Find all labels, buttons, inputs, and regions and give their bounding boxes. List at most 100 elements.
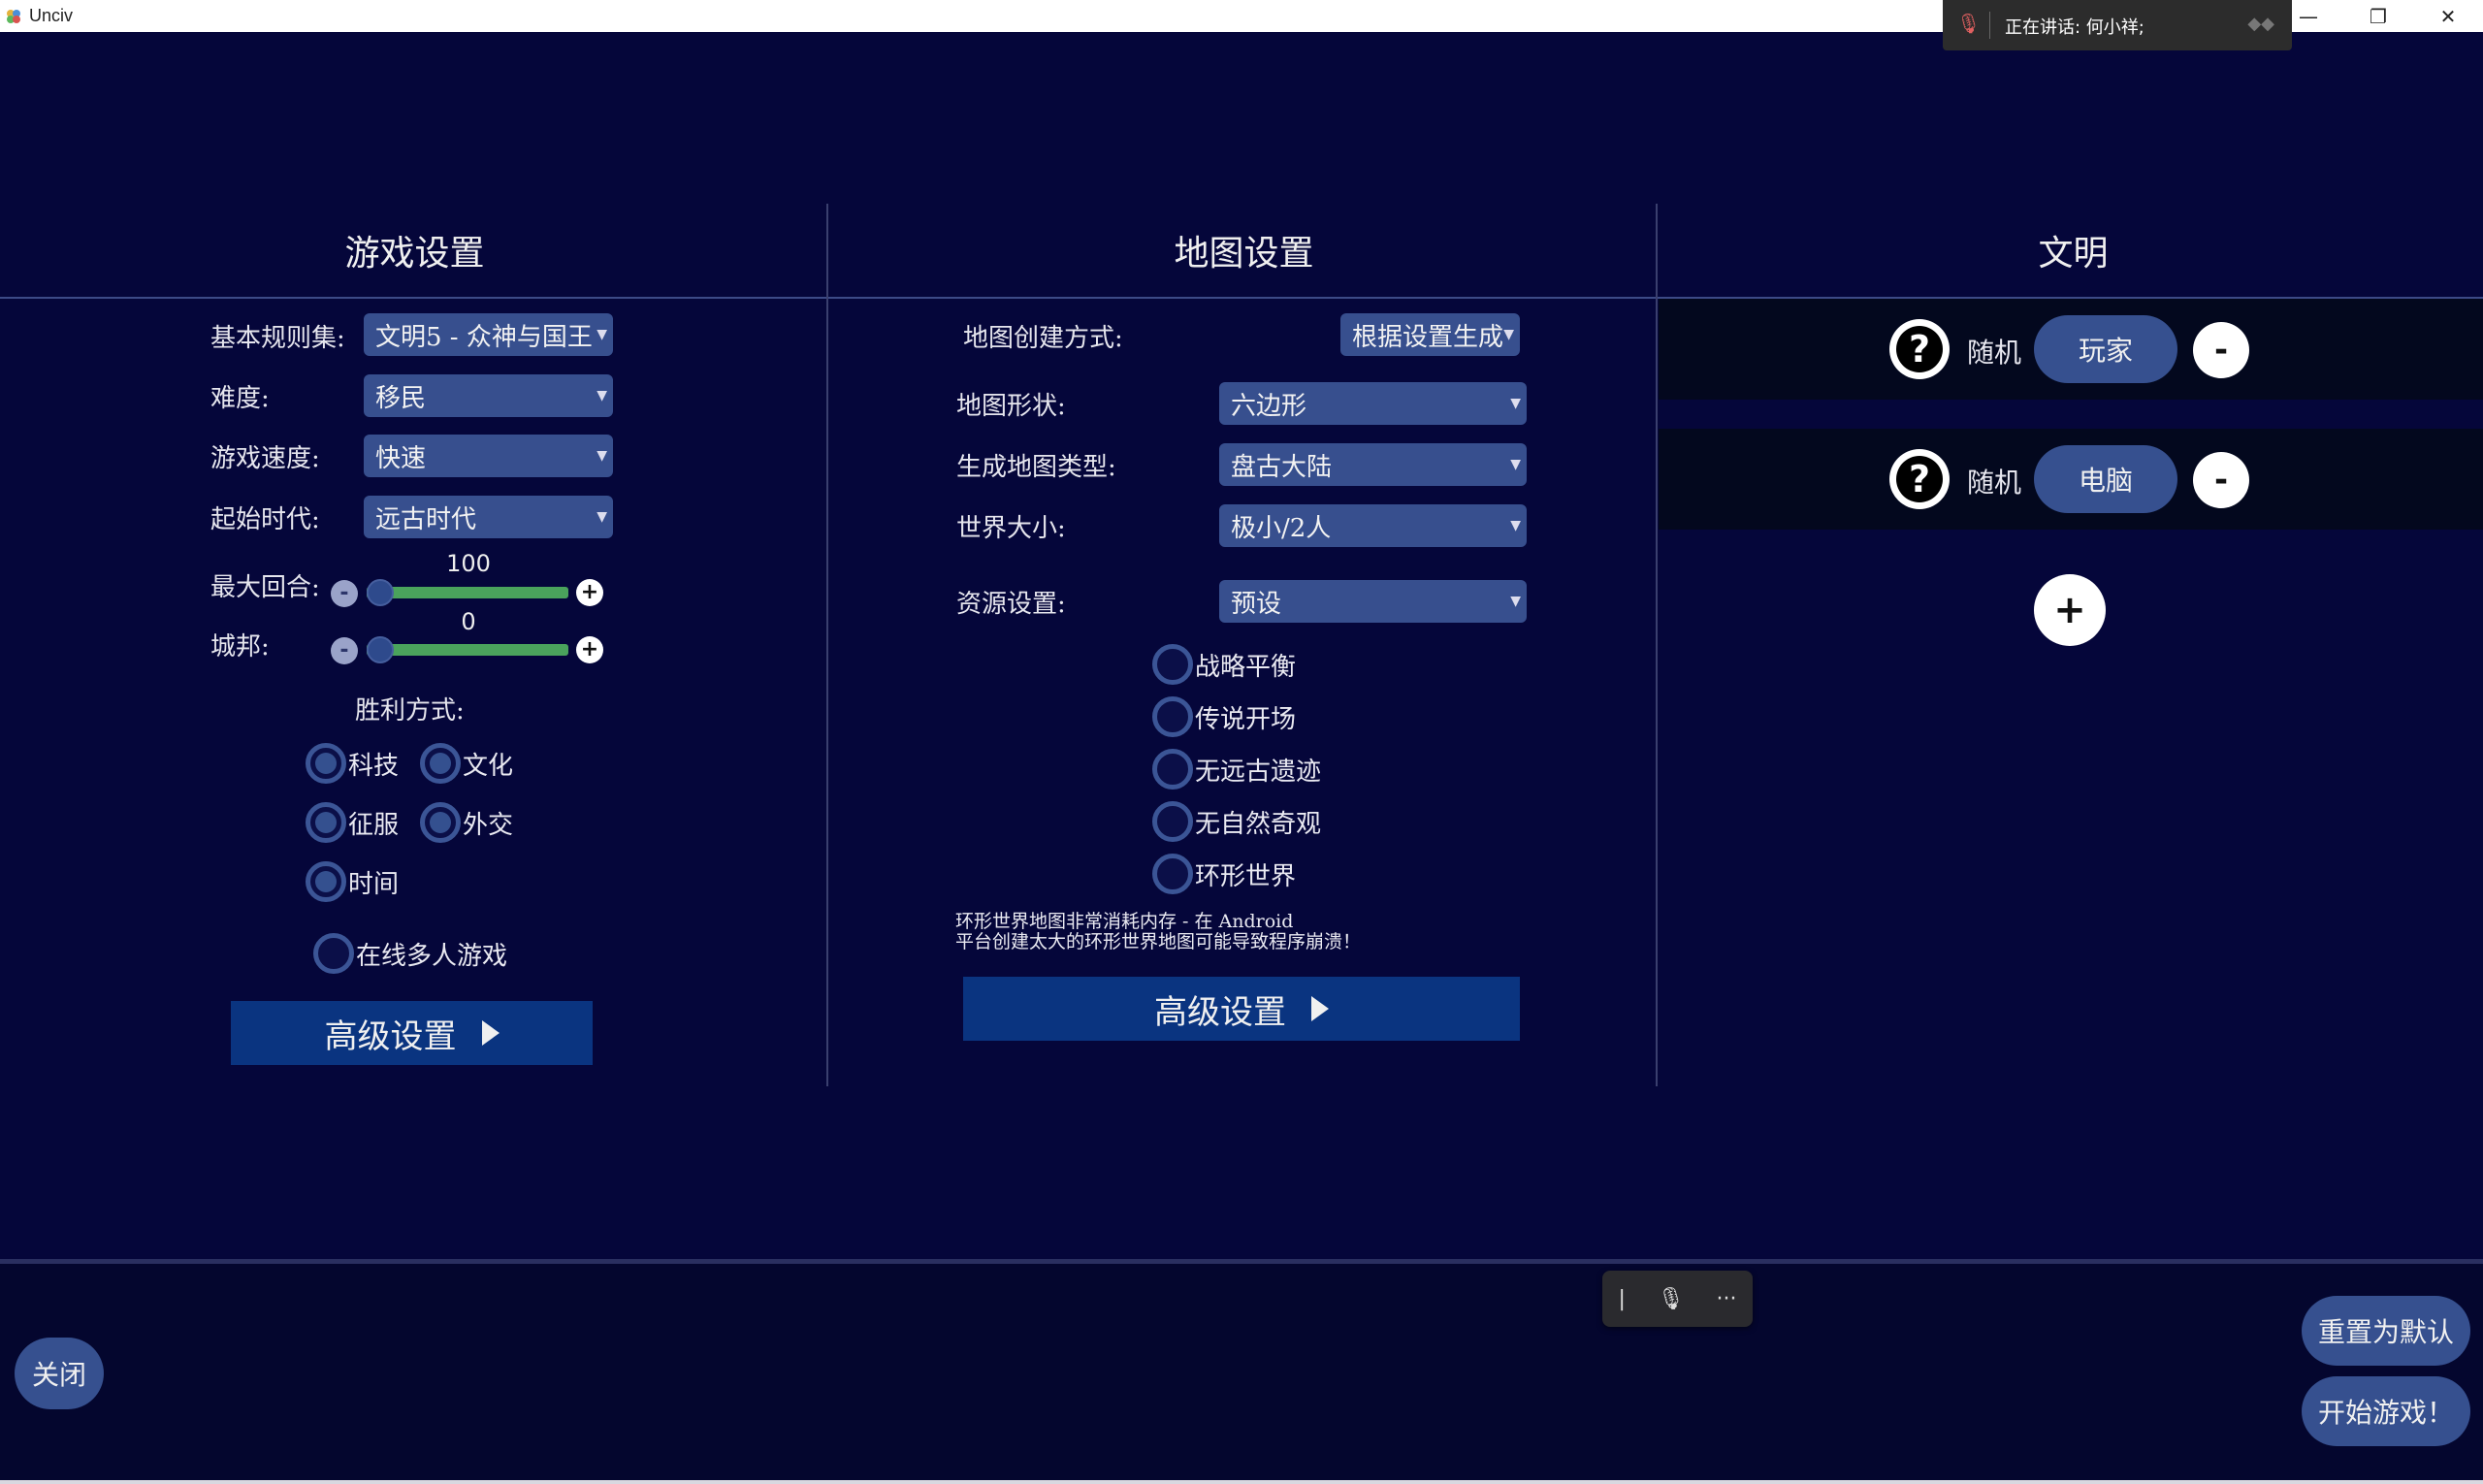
max-turns-increase-button[interactable]: +: [576, 579, 603, 606]
no-ruins-checkbox[interactable]: 无远古遗迹: [1152, 749, 1321, 790]
map-settings-title: 地图设置: [1174, 234, 1314, 274]
max-turns-decrease-button[interactable]: -: [331, 580, 358, 607]
city-states-increase-button[interactable]: +: [576, 636, 603, 663]
dropdown-arrow-icon: ▼: [597, 509, 607, 525]
game-speed-value: 快速: [375, 444, 427, 473]
window-bottom-edge: [0, 1480, 2483, 1484]
max-turns-slider-track[interactable]: [367, 587, 568, 598]
map-advanced-settings-button[interactable]: 高级设置: [963, 977, 1520, 1041]
city-states-slider-track[interactable]: [367, 644, 568, 656]
close-button[interactable]: 关闭: [15, 1338, 104, 1409]
drag-bar-icon[interactable]: |: [1618, 1287, 1625, 1311]
map-creation-label: 地图创建方式:: [963, 324, 1123, 353]
world-size-select[interactable]: 极小/2人 ▼: [1219, 504, 1527, 547]
restore-button[interactable]: ❐: [2343, 0, 2413, 32]
city-states-slider-handle[interactable]: [367, 636, 394, 663]
map-shape-label: 地图形状:: [956, 392, 1066, 421]
victory-time-label: 时间: [348, 869, 400, 899]
advanced-settings-label: 高级设置: [324, 1016, 457, 1056]
game-settings-title: 游戏设置: [344, 234, 485, 274]
warning-line: 平台创建太大的环形世界地图可能导致程序崩溃！: [955, 931, 1362, 952]
no-ruins-label: 无远古遗迹: [1195, 757, 1322, 787]
remove-player-button[interactable]: -: [2193, 322, 2249, 378]
player-type-button[interactable]: 电脑: [2034, 445, 2177, 513]
map-type-label: 生成地图类型:: [956, 453, 1116, 482]
checkbox-unchecked-icon: [1152, 696, 1193, 737]
random-civ-button[interactable]: ?: [1889, 319, 1950, 379]
strategic-balance-label: 战略平衡: [1195, 652, 1297, 682]
map-creation-value: 根据设置生成: [1352, 323, 1504, 352]
random-civ-button[interactable]: ?: [1889, 449, 1950, 509]
online-multiplayer-checkbox[interactable]: 在线多人游戏: [313, 933, 507, 974]
game-speed-label: 游戏速度:: [210, 444, 320, 473]
victory-culture-checkbox[interactable]: 文化: [420, 743, 513, 784]
reset-to-default-button[interactable]: 重置为默认: [2302, 1296, 2470, 1366]
remove-player-button[interactable]: -: [2193, 452, 2249, 508]
world-wrap-checkbox[interactable]: 环形世界: [1152, 854, 1296, 894]
checkbox-unchecked-icon: [1152, 854, 1193, 894]
ruleset-select[interactable]: 文明5 - 众神与国王 ▼: [364, 313, 613, 356]
player-type-button[interactable]: 玩家: [2034, 315, 2177, 383]
player-row: ? 随机 电脑 -: [1659, 429, 2483, 530]
victory-types-label: 胜利方式:: [355, 696, 465, 726]
starting-era-select[interactable]: 远古时代 ▼: [364, 496, 613, 538]
resource-setting-select[interactable]: 预设 ▼: [1219, 580, 1527, 623]
city-states-value: 0: [461, 608, 476, 635]
dropdown-arrow-icon: ▼: [597, 327, 607, 342]
unciv-logo-icon: [7, 10, 20, 23]
world-wrap-label: 环形世界: [1195, 861, 1297, 891]
online-multiplayer-label: 在线多人游戏: [356, 941, 508, 971]
difficulty-value: 移民: [375, 384, 427, 413]
city-states-label: 城邦:: [210, 632, 270, 661]
dropdown-arrow-icon: ▼: [1503, 327, 1514, 342]
map-shape-select[interactable]: 六边形 ▼: [1219, 382, 1527, 425]
close-window-button[interactable]: ✕: [2413, 0, 2483, 32]
difficulty-label: 难度:: [210, 384, 270, 413]
legendary-start-checkbox[interactable]: 传说开场: [1152, 696, 1296, 737]
victory-diplomatic-label: 外交: [463, 810, 514, 840]
city-states-decrease-button[interactable]: -: [331, 637, 358, 664]
plus-icon: +: [580, 637, 599, 661]
victory-domination-checkbox[interactable]: 征服: [306, 802, 399, 843]
game-advanced-settings-button[interactable]: 高级设置: [231, 1001, 593, 1065]
drag-handle-icon[interactable]: ◆◆: [2247, 14, 2274, 34]
strategic-balance-checkbox[interactable]: 战略平衡: [1152, 644, 1296, 685]
more-options-icon[interactable]: ···: [1717, 1287, 1737, 1311]
call-notification[interactable]: 🎙 正在讲话: 何小祥; ◆◆: [1943, 0, 2292, 50]
map-type-select[interactable]: 盘古大陆 ▼: [1219, 443, 1527, 486]
game-speed-select[interactable]: 快速 ▼: [364, 435, 613, 477]
minus-icon: -: [2213, 331, 2229, 370]
dropdown-arrow-icon: ▼: [1510, 457, 1521, 472]
dropdown-arrow-icon: ▼: [597, 448, 607, 464]
checkbox-unchecked-icon: [1152, 749, 1193, 790]
checkbox-checked-icon: [306, 861, 346, 902]
add-player-button[interactable]: +: [2034, 574, 2106, 646]
checkbox-checked-icon: [306, 743, 346, 784]
no-natural-wonders-checkbox[interactable]: 无自然奇观: [1152, 801, 1321, 842]
divider: [1989, 12, 1990, 39]
column-divider: [826, 204, 828, 1086]
victory-science-label: 科技: [348, 751, 400, 781]
player-row: ? 随机 玩家 -: [1659, 299, 2483, 400]
start-game-button[interactable]: 开始游戏！: [2302, 1376, 2470, 1446]
victory-time-checkbox[interactable]: 时间: [306, 861, 399, 902]
column-divider: [1656, 204, 1658, 1086]
plus-icon: +: [580, 580, 599, 604]
max-turns-value: 100: [446, 550, 491, 577]
checkbox-checked-icon: [420, 802, 461, 843]
starting-era-label: 起始时代:: [210, 505, 320, 534]
dropdown-arrow-icon: ▼: [1510, 518, 1521, 533]
difficulty-select[interactable]: 移民 ▼: [364, 374, 613, 417]
minimize-icon: —: [2299, 4, 2318, 28]
max-turns-slider-handle[interactable]: [367, 579, 394, 606]
speaking-label: 正在讲话: 何小祥;: [2005, 17, 2144, 38]
floating-voice-toolbar: | 🎙 ···: [1602, 1271, 1753, 1327]
civ-name: 随机: [1967, 467, 2022, 499]
victory-science-checkbox[interactable]: 科技: [306, 743, 399, 784]
victory-diplomatic-checkbox[interactable]: 外交: [420, 802, 513, 843]
warning-line: 环形世界地图非常消耗内存 - 在 Android: [955, 911, 1294, 932]
microphone-icon[interactable]: 🎙: [1658, 1287, 1685, 1311]
muted-mic-icon[interactable]: 🎙: [1956, 12, 1981, 35]
dropdown-arrow-icon: ▼: [1510, 396, 1521, 411]
map-creation-select[interactable]: 根据设置生成 ▼: [1340, 313, 1520, 356]
